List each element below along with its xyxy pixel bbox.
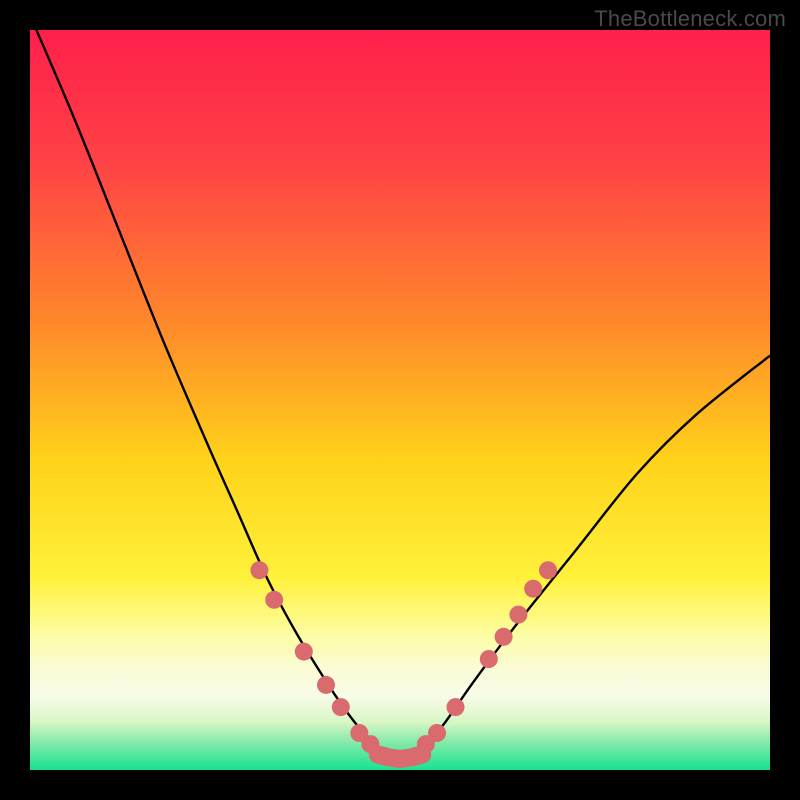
watermark-text: TheBottleneck.com — [594, 6, 786, 32]
gradient-background — [30, 30, 770, 770]
chart-plot-area — [30, 30, 770, 770]
data-point — [265, 591, 283, 609]
data-point — [295, 643, 313, 661]
chart-frame: TheBottleneck.com — [0, 0, 800, 800]
data-point — [317, 676, 335, 694]
data-point — [447, 698, 465, 716]
data-point — [509, 606, 527, 624]
data-point — [539, 561, 557, 579]
data-point — [250, 561, 268, 579]
data-point — [495, 628, 513, 646]
data-point — [524, 580, 542, 598]
data-point — [332, 698, 350, 716]
bottom-marker-cluster — [378, 754, 422, 758]
chart-svg — [30, 30, 770, 770]
data-point — [428, 724, 446, 742]
data-point — [480, 650, 498, 668]
